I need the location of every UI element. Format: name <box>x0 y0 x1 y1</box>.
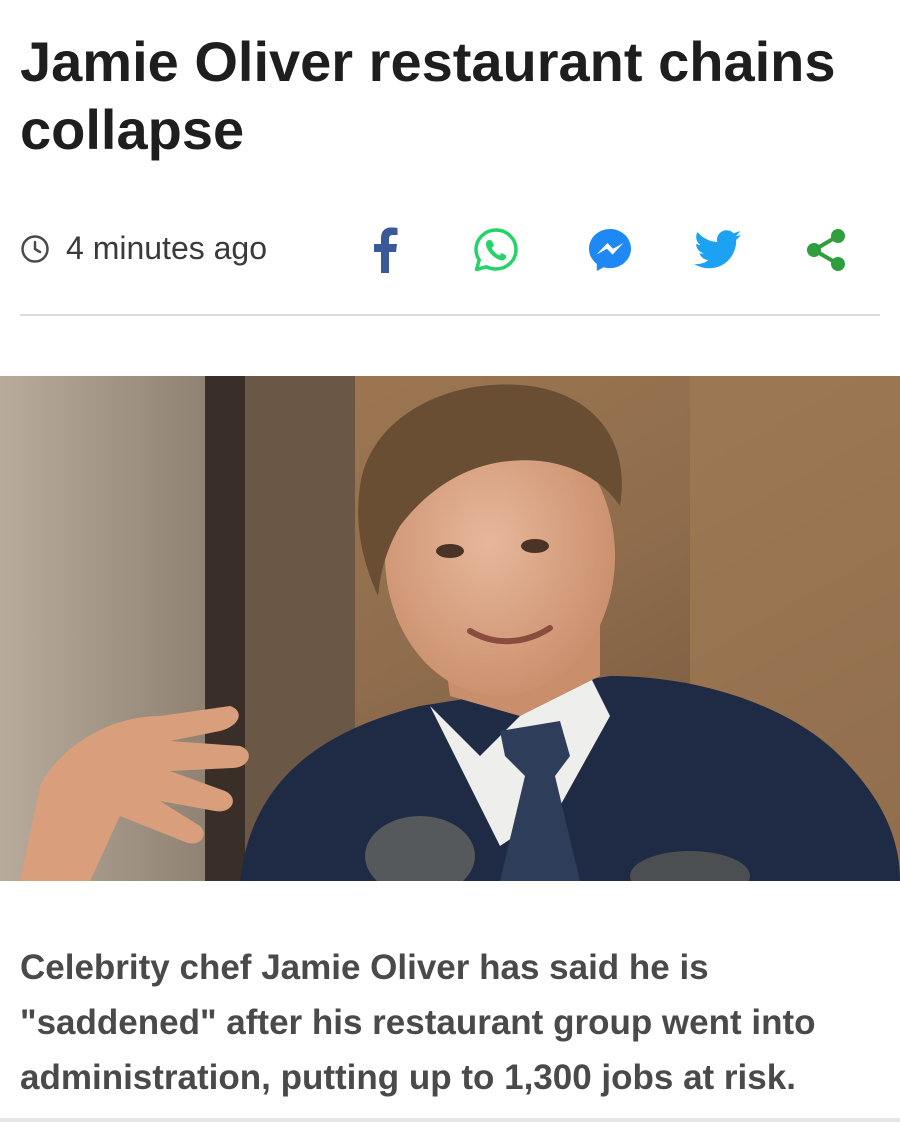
article-hero-image <box>0 376 900 881</box>
whatsapp-icon <box>474 228 518 272</box>
messenger-icon <box>589 229 631 271</box>
timestamp-text: 4 minutes ago <box>66 230 268 266</box>
whatsapp-share-button[interactable] <box>468 222 524 278</box>
timestamp: 4 minutes ago <box>20 230 267 267</box>
facebook-share-button[interactable] <box>357 222 413 278</box>
share-button[interactable] <box>798 222 854 278</box>
article-meta: 4 minutes ago <box>20 222 880 278</box>
article-headline: Jamie Oliver restaurant chains collapse <box>20 30 836 161</box>
twitter-icon <box>694 230 741 269</box>
share-icon <box>807 229 845 271</box>
twitter-share-button[interactable] <box>690 222 746 278</box>
bottom-divider <box>0 1118 900 1122</box>
article-lede: Celebrity chef Jamie Oliver has said he … <box>20 948 816 1097</box>
messenger-share-button[interactable] <box>582 222 638 278</box>
clock-icon <box>20 234 50 264</box>
facebook-icon <box>374 227 398 273</box>
meta-divider <box>20 314 880 316</box>
